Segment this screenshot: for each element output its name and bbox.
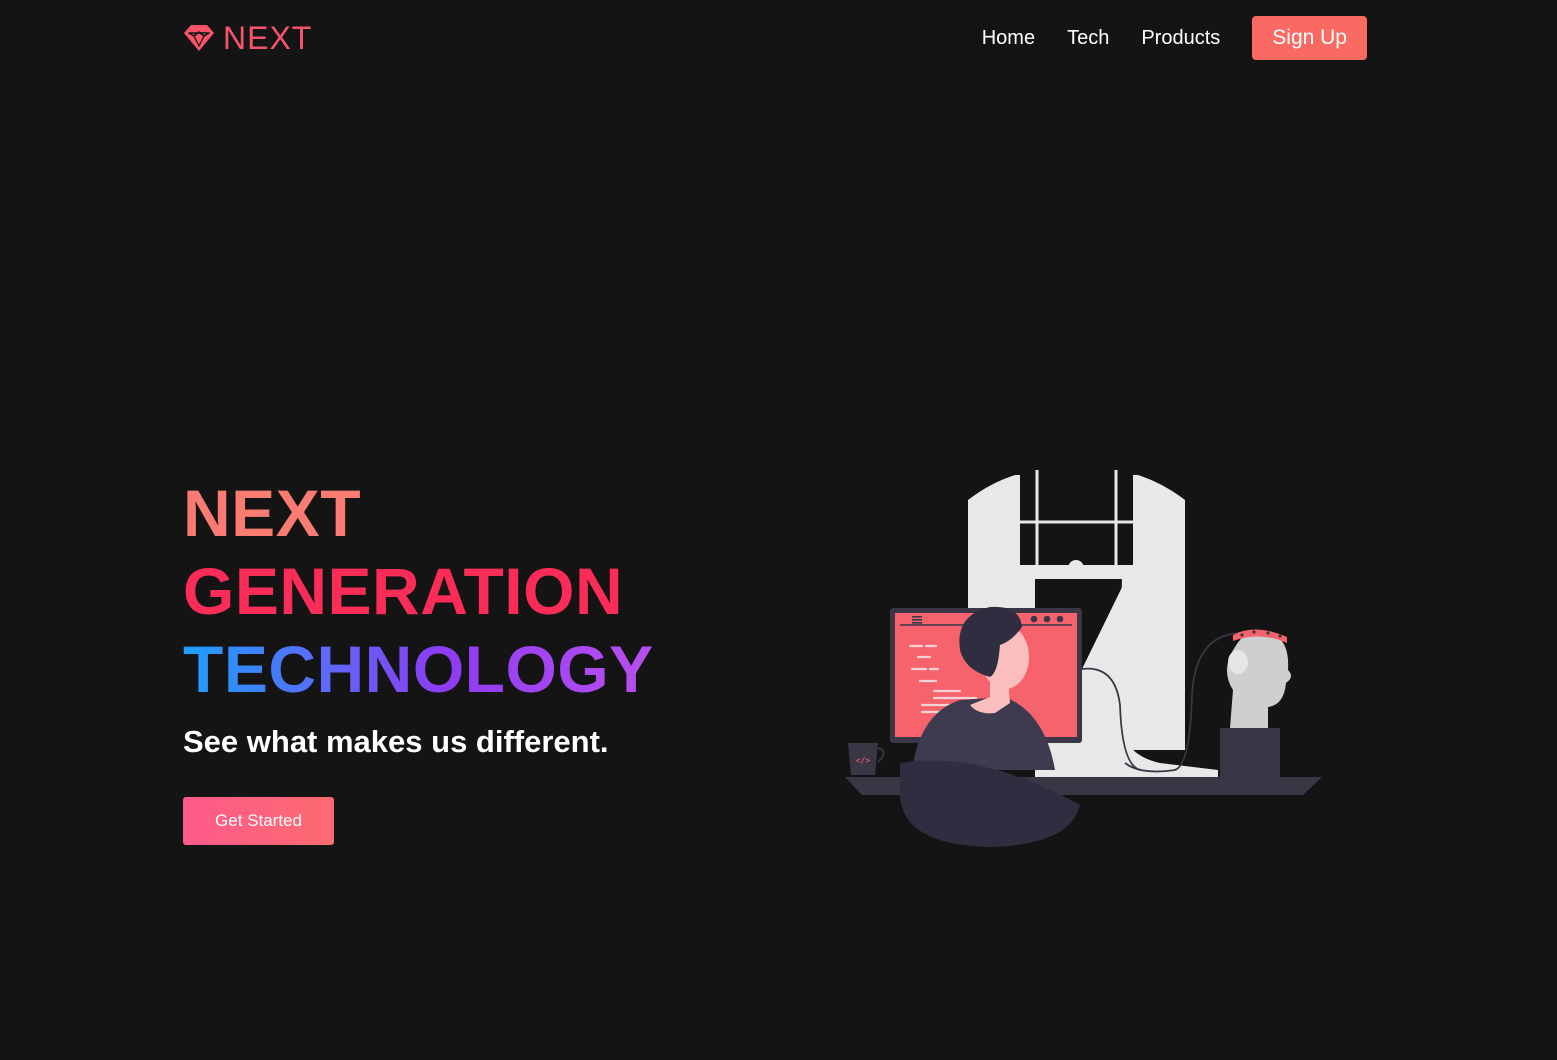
ai-head-statue bbox=[1220, 629, 1292, 778]
sign-up-button[interactable]: Sign Up bbox=[1252, 16, 1367, 60]
hero-line-technology: TECHNOLOGY bbox=[183, 632, 654, 706]
brand-logo-link[interactable]: NEXT bbox=[183, 18, 312, 58]
diamond-gem-icon bbox=[184, 25, 214, 51]
nav-link-tech[interactable]: Tech bbox=[1067, 27, 1109, 50]
hero-line-generation: GENERATION bbox=[183, 554, 624, 628]
svg-text:</>: </> bbox=[856, 756, 871, 765]
nav-links: Home Tech Products Sign Up bbox=[982, 16, 1367, 60]
nav-link-products[interactable]: Products bbox=[1141, 27, 1220, 50]
developer-illustration: </> bbox=[845, 470, 1322, 847]
nav-link-home[interactable]: Home bbox=[982, 27, 1035, 50]
hero-subtitle: See what makes us different. bbox=[183, 724, 609, 759]
navbar: NEXT Home Tech Products Sign Up bbox=[0, 0, 1557, 78]
get-started-button[interactable]: Get Started bbox=[183, 797, 334, 845]
hero-line-next: NEXT bbox=[183, 476, 362, 550]
brand-name: NEXT bbox=[223, 20, 313, 56]
coffee-mug: </> bbox=[848, 743, 885, 775]
hero-heading: NEXT GENERATION TECHNOLOGY bbox=[183, 474, 654, 708]
page: NEXT Home Tech Products Sign Up NEXT GEN… bbox=[0, 0, 1557, 1060]
